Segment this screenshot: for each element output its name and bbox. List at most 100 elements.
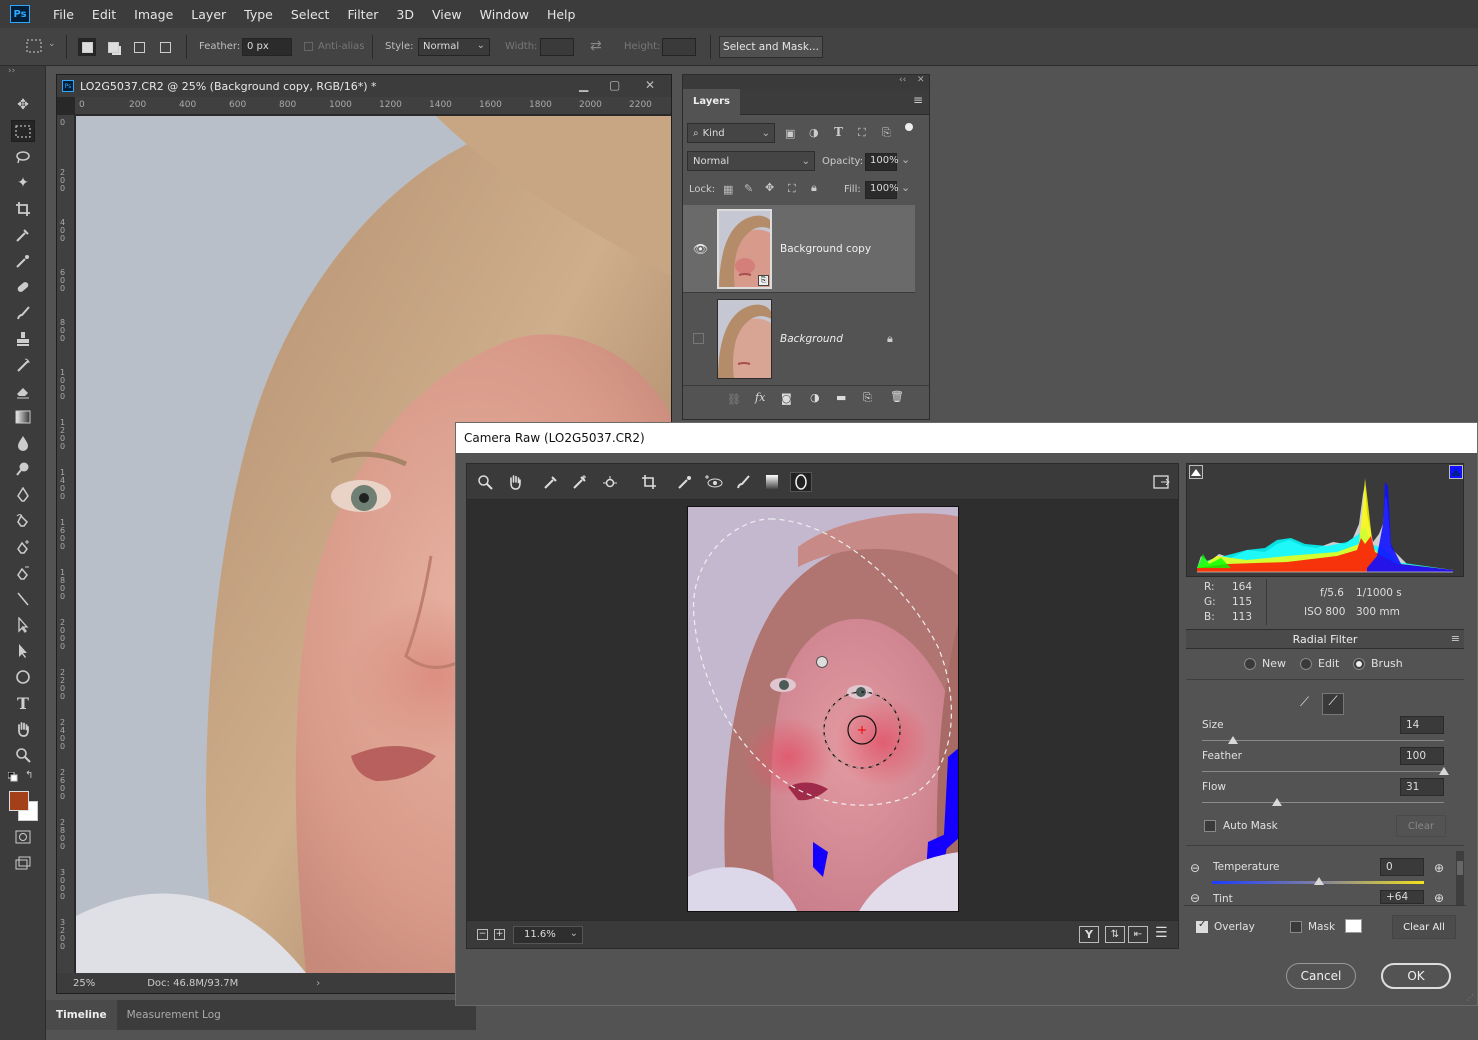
fill-input[interactable]: 100%	[865, 181, 899, 199]
temperature-plus-icon[interactable]: ⊕	[1434, 861, 1444, 875]
select-and-mask-button[interactable]: Select and Mask...	[719, 36, 823, 58]
mask-color-swatch[interactable]	[1345, 919, 1362, 933]
magic-wand-tool-icon[interactable]: ✦	[11, 172, 35, 194]
swap-before-after-icon[interactable]: ⇅	[1105, 926, 1125, 943]
overlay-checkbox[interactable]: ✓	[1196, 919, 1208, 933]
mask-checkbox[interactable]	[1290, 921, 1302, 933]
hand-tool-icon[interactable]	[11, 718, 35, 740]
panel-menu-icon[interactable]: ≡	[1451, 632, 1460, 645]
marquee-preset-icon[interactable]	[24, 37, 44, 55]
subtract-selection-icon[interactable]	[130, 38, 148, 56]
clear-button[interactable]: Clear	[1396, 815, 1446, 837]
mode-edit-radio[interactable]	[1300, 658, 1312, 670]
lock-transparent-icon[interactable]: ▦	[723, 183, 733, 196]
shadow-clipping-icon[interactable]	[1189, 465, 1203, 479]
curvature-pen-tool-icon[interactable]	[11, 562, 35, 584]
feather-input[interactable]: 100	[1400, 747, 1444, 765]
layer-background-copy[interactable]: 👁︎ ⎘ Background copy	[683, 205, 915, 293]
swap-colors-icon[interactable]: ↰	[25, 770, 33, 781]
style-select[interactable]: Normal ⌄	[418, 38, 490, 56]
antialias-checkbox[interactable]	[304, 42, 313, 51]
flow-slider-knob[interactable]	[1272, 798, 1283, 806]
menu-image[interactable]: Image	[125, 7, 182, 22]
ok-button[interactable]: OK	[1381, 963, 1451, 989]
tint-plus-icon[interactable]: ⊕	[1434, 891, 1444, 905]
add-anchor-tool-icon[interactable]	[11, 536, 35, 558]
blur-tool-icon[interactable]	[11, 432, 35, 454]
tab-measurement-log[interactable]: Measurement Log	[117, 1009, 231, 1021]
foreground-color-swatch[interactable]	[9, 791, 29, 811]
camera-raw-preview[interactable]	[687, 506, 959, 912]
radial-filter-icon[interactable]	[790, 472, 812, 492]
filter-pixel-icon[interactable]: ▣	[785, 127, 795, 140]
convert-point-tool-icon[interactable]	[11, 588, 35, 610]
crop-tool-icon[interactable]	[638, 472, 660, 492]
add-mask-icon[interactable]: ◙	[781, 392, 792, 405]
lasso-tool-icon[interactable]	[11, 146, 35, 168]
chevron-right-icon[interactable]: ›	[316, 978, 320, 989]
ellipse-tool-icon[interactable]	[11, 666, 35, 688]
tint-minus-icon[interactable]: ⊖	[1190, 891, 1200, 905]
menu-layer[interactable]: Layer	[182, 7, 235, 22]
filter-type-icon[interactable]: T	[834, 125, 843, 139]
delete-layer-icon[interactable]: 🗑︎	[890, 390, 904, 403]
dialog-title-bar[interactable]: Camera Raw (LO2G5037.CR2)	[456, 423, 1477, 453]
zoom-level[interactable]: 25%	[73, 978, 95, 989]
panel-menu-icon[interactable]: ≡	[913, 93, 923, 107]
filter-toggle-icon[interactable]	[905, 123, 913, 131]
tab-layers[interactable]: Layers	[683, 88, 740, 115]
red-eye-tool-icon[interactable]	[703, 472, 725, 492]
type-tool-icon[interactable]: T	[11, 692, 35, 714]
menu-type[interactable]: Type	[235, 7, 282, 22]
new-adjustment-icon[interactable]: ◑	[810, 391, 820, 404]
close-icon[interactable]: ✕	[645, 78, 655, 92]
mode-brush-radio[interactable]	[1353, 658, 1365, 670]
spot-healing-tool-icon[interactable]	[11, 250, 35, 272]
zoom-tool-icon[interactable]	[11, 744, 35, 766]
temperature-input[interactable]: 0	[1380, 858, 1424, 876]
menu-help[interactable]: Help	[538, 7, 585, 22]
opacity-input[interactable]: 100%	[865, 153, 899, 171]
filter-shape-icon[interactable]: ⛶	[858, 126, 866, 140]
menu-window[interactable]: Window	[471, 7, 538, 22]
filter-adjustment-icon[interactable]: ◑	[809, 126, 819, 139]
brush-tool-icon[interactable]	[11, 302, 35, 324]
chevron-down-icon[interactable]: ⌄	[901, 181, 910, 194]
new-layer-icon[interactable]: ⎘	[863, 391, 872, 405]
layer-background[interactable]: Background 🔒︎	[683, 295, 915, 383]
lock-image-icon[interactable]: ✎	[744, 182, 753, 195]
filter-smart-object-icon[interactable]: ⎘	[882, 126, 891, 140]
color-sampler-tool-icon[interactable]	[569, 472, 591, 492]
width-input[interactable]	[540, 38, 574, 56]
direct-selection-tool-icon[interactable]	[11, 640, 35, 662]
swap-icon[interactable]: ⇄	[590, 38, 602, 54]
visibility-toggle[interactable]	[693, 333, 704, 344]
clear-all-button[interactable]: Clear All	[1392, 915, 1456, 939]
resize-grip-icon[interactable]: ⋰	[1466, 993, 1474, 1002]
new-selection-icon[interactable]	[78, 38, 96, 56]
layer-name[interactable]: Background	[780, 333, 843, 345]
spot-removal-tool-icon[interactable]	[674, 472, 696, 492]
brush-add-icon[interactable]: ⟋	[1300, 695, 1320, 715]
lock-position-icon[interactable]: ✥	[765, 181, 774, 194]
close-panel-icon[interactable]: ✕	[917, 75, 925, 85]
eraser-tool-icon[interactable]	[11, 380, 35, 402]
screen-mode-icon[interactable]	[11, 852, 35, 874]
preview-preferences-icon[interactable]: ☰	[1155, 925, 1168, 941]
feather-slider-knob[interactable]	[1439, 767, 1449, 775]
collapse-panel-icon[interactable]: ‹‹	[899, 75, 906, 85]
hand-tool-icon[interactable]	[504, 472, 526, 492]
zoom-tool-icon[interactable]	[474, 472, 496, 492]
zoom-out-icon[interactable]: −	[477, 929, 488, 940]
graduated-filter-icon[interactable]	[761, 472, 783, 492]
menu-file[interactable]: File	[44, 7, 83, 22]
menu-3d[interactable]: 3D	[387, 7, 423, 22]
white-balance-tool-icon[interactable]	[540, 472, 562, 492]
healing-brush-tool-icon[interactable]	[11, 276, 35, 298]
panel-scrollbar[interactable]	[1456, 851, 1464, 905]
gradient-tool-icon[interactable]	[11, 406, 35, 428]
lock-all-icon[interactable]: 🔒︎	[811, 181, 817, 195]
marquee-tool-icon[interactable]	[11, 120, 35, 142]
tint-input[interactable]: +64	[1380, 890, 1424, 904]
menu-view[interactable]: View	[423, 7, 471, 22]
